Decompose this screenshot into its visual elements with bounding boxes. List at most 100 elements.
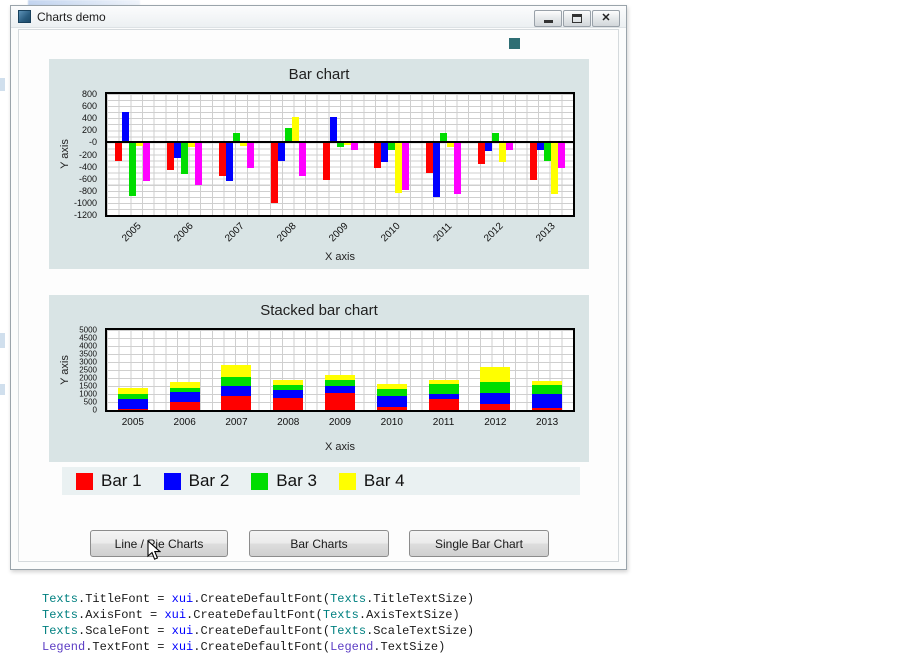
stacked-bar-segment bbox=[221, 365, 252, 377]
stacked-bar-segment bbox=[428, 384, 459, 395]
y-tick-label: -0 bbox=[88, 137, 97, 148]
single-bar-chart-button[interactable]: Single Bar Chart bbox=[409, 530, 549, 557]
stacked-bar-segment bbox=[273, 379, 304, 385]
stacked-bar-segment bbox=[169, 381, 200, 388]
code-line: Legend.TextFont = xui.CreateDefaultFont(… bbox=[42, 640, 446, 654]
x-tick-label: 2008 bbox=[275, 220, 299, 245]
app-window: Charts demo ✕ Bar chart Y axis 800 600 400… bbox=[10, 5, 627, 570]
stacked-bar-segment bbox=[428, 399, 459, 410]
chart-legend: Bar 1 Bar 2 Bar 3 Bar 4 bbox=[62, 467, 580, 495]
code-line: Texts.TitleFont = xui.CreateDefaultFont(… bbox=[42, 592, 475, 606]
bar-segment bbox=[122, 112, 130, 143]
stacked-bar-segment bbox=[273, 397, 304, 410]
bar-segment bbox=[505, 142, 513, 150]
stacked-bar-segment bbox=[273, 384, 304, 390]
bar-segment bbox=[181, 142, 189, 174]
legend-swatch-bar2 bbox=[163, 472, 181, 490]
x-tick-label: 2005 bbox=[120, 220, 144, 245]
x-tick-label: 2013 bbox=[534, 220, 558, 245]
stacked-bar-segment bbox=[480, 367, 511, 382]
bar-segment bbox=[298, 142, 306, 177]
close-button[interactable]: ✕ bbox=[592, 10, 620, 27]
x-tick-label: 2005 bbox=[121, 417, 144, 428]
stacked-bar-segment bbox=[221, 395, 252, 410]
x-tick-label: 2012 bbox=[482, 220, 506, 245]
y-tick-label: 200 bbox=[81, 125, 97, 136]
bar-segment bbox=[246, 142, 254, 168]
code-line: Texts.AxisFont = xui.CreateDefaultFont(T… bbox=[42, 608, 460, 622]
bar-segment bbox=[498, 142, 506, 162]
stacked-bar-segment bbox=[376, 384, 407, 389]
maximize-button[interactable] bbox=[563, 10, 591, 27]
stacked-bar-chart: Stacked bar chart Y axis 5000 4500 4000 350… bbox=[49, 295, 589, 462]
x-tick-label: 2007 bbox=[225, 417, 248, 428]
bar-segment bbox=[174, 142, 182, 159]
bar-segment bbox=[270, 142, 278, 203]
x-tick-label: 2009 bbox=[327, 220, 351, 245]
stacked-bar-segment bbox=[325, 386, 355, 394]
stacked-bar-segment bbox=[428, 379, 459, 385]
stacked-bar-segment bbox=[376, 407, 407, 410]
stacked-bar-segment bbox=[480, 381, 511, 394]
code-snippet: Texts.TitleFont = xui.CreateDefaultFont(… bbox=[42, 591, 474, 655]
plot-area bbox=[105, 92, 575, 217]
plot-area bbox=[105, 328, 575, 412]
stacked-bar-segment bbox=[221, 386, 252, 396]
stacked-bar-segment bbox=[117, 398, 148, 409]
stacked-bar-segment bbox=[325, 380, 355, 387]
y-axis-ticks: 5000 4500 4000 3500 3000 2500 2000 1500 1000 500 0 bbox=[49, 326, 101, 415]
bar-segment bbox=[529, 142, 537, 180]
y-tick-label: -800 bbox=[78, 185, 97, 196]
close-icon: ✕ bbox=[601, 12, 611, 24]
chart-title: Stacked bar chart bbox=[260, 302, 378, 319]
artifact-square bbox=[509, 38, 520, 49]
y-tick-label: -400 bbox=[78, 161, 97, 172]
legend-item: Bar 2 bbox=[163, 471, 229, 491]
bar-segment bbox=[129, 142, 137, 196]
bar-segment bbox=[115, 142, 123, 161]
bar-chart: Bar chart Y axis 800 600 400 200 -0 -200 -400-… bbox=[49, 59, 589, 269]
x-axis-ticks: 2005 2006 2007 2008 2009 2010 2011 2012 2013 bbox=[107, 219, 573, 253]
window-client-area: Bar chart Y axis 800 600 400 200 -0 -200 -400-… bbox=[18, 29, 619, 562]
legend-label: Bar 3 bbox=[276, 471, 317, 490]
bar-segment bbox=[277, 142, 285, 161]
bar-segment bbox=[374, 142, 382, 168]
bar-segment bbox=[195, 142, 203, 185]
stacked-bar-segment bbox=[376, 388, 407, 396]
bar-segment bbox=[426, 142, 434, 173]
stacked-bar-segment bbox=[169, 402, 200, 410]
y-tick-label: -600 bbox=[78, 173, 97, 184]
legend-swatch-bar1 bbox=[76, 472, 93, 490]
bar-segment bbox=[477, 142, 485, 165]
stacked-bar-segment bbox=[532, 393, 563, 408]
stacked-bar-segment bbox=[376, 395, 407, 408]
y-tick-label: -1200 bbox=[73, 210, 97, 220]
y-tick-label: 600 bbox=[81, 101, 97, 112]
x-tick-label: 2010 bbox=[378, 220, 403, 245]
x-tick-label: 2006 bbox=[171, 220, 196, 245]
bar-segment bbox=[536, 142, 544, 150]
line-pie-charts-button[interactable]: Line / Pie Charts bbox=[90, 530, 228, 557]
x-tick-label: 2013 bbox=[535, 417, 559, 428]
code-line: Texts.ScaleFont = xui.CreateDefaultFont(… bbox=[42, 624, 475, 638]
bar-segment bbox=[433, 142, 441, 197]
background-artifact bbox=[0, 333, 5, 348]
bar-segment bbox=[322, 142, 330, 180]
stacked-bar-segment bbox=[169, 392, 200, 403]
y-tick-label: -200 bbox=[78, 149, 97, 160]
stacked-bar-segment bbox=[117, 408, 148, 410]
bar-segment bbox=[329, 116, 337, 143]
background-artifact bbox=[0, 384, 5, 395]
bar-charts-button[interactable]: Bar Charts bbox=[249, 530, 389, 557]
zero-axis-line bbox=[107, 141, 573, 144]
x-axis-label: X axis bbox=[325, 251, 355, 263]
legend-item: Bar 1 bbox=[76, 471, 142, 491]
x-tick-label: 2011 bbox=[430, 221, 454, 244]
stacked-bar-segment bbox=[273, 389, 304, 398]
window-controls: ✕ bbox=[534, 10, 620, 27]
minimize-button[interactable] bbox=[534, 10, 562, 27]
x-tick-label: 2010 bbox=[380, 417, 403, 428]
bar-segment bbox=[395, 142, 403, 193]
bar-segment bbox=[484, 142, 492, 151]
bar-segment bbox=[543, 142, 551, 161]
